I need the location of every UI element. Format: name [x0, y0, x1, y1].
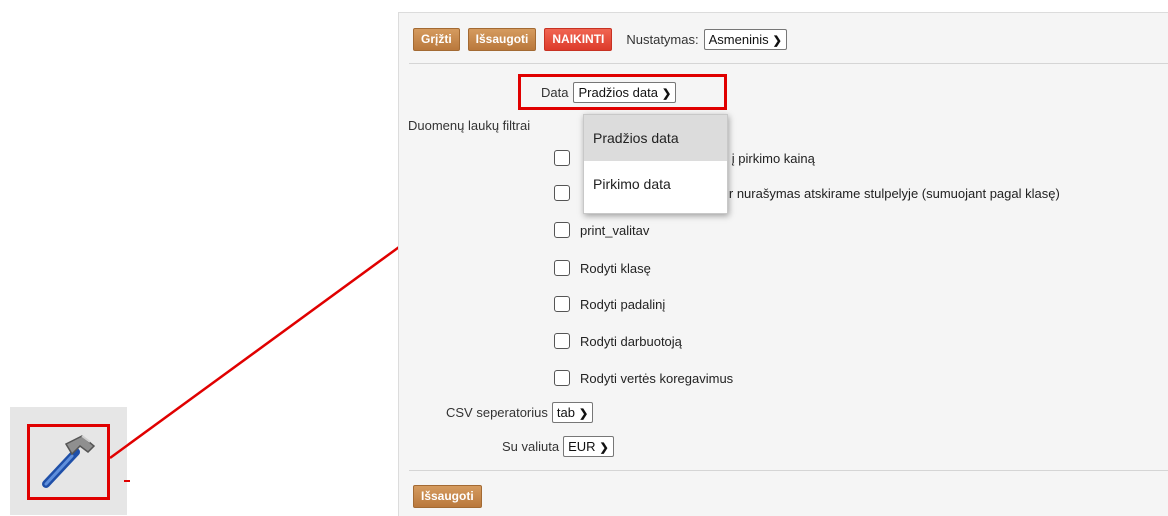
currency-label: Su valiuta	[502, 439, 560, 454]
setting-select-value: Asmeninis	[708, 32, 769, 47]
filter-row: Rodyti klasę	[554, 258, 651, 278]
date-dropdown-list: Pradžios data Pirkimo data	[583, 114, 728, 214]
filter-label: Rodyti padalinį	[580, 296, 666, 312]
filter-row: Rodyti darbuotoją	[554, 331, 682, 351]
filter-checkbox[interactable]	[554, 370, 570, 386]
save-button[interactable]: Išsaugoti	[467, 28, 537, 51]
filter-row: Rodyti padalinį	[554, 294, 665, 314]
date-highlight-box	[518, 74, 727, 110]
bottom-save-button[interactable]: Išsaugoti	[413, 485, 482, 508]
csv-select[interactable]: tab ❯	[551, 402, 594, 423]
date-option-purchase[interactable]: Pirkimo data	[584, 161, 727, 207]
filters-label: Duomenų laukų filtrai	[408, 118, 531, 133]
filter-checkbox[interactable]	[554, 333, 570, 349]
chevron-down-icon: ❯	[772, 35, 782, 47]
filter-checkbox[interactable]	[554, 296, 570, 312]
currency-select[interactable]: EUR ❯	[563, 436, 614, 457]
filter-checkbox[interactable]	[554, 150, 570, 166]
filter-label: Rodyti darbuotoją	[580, 333, 682, 349]
setting-label: Nustatymas:	[626, 32, 699, 47]
csv-select-value: tab	[556, 405, 575, 420]
report-settings-panel: Grįžti Išsaugoti NAIKINTI Nustatymas: As…	[398, 12, 1168, 516]
toolbar-divider	[409, 63, 1168, 64]
setting-select[interactable]: Asmeninis ❯	[703, 29, 787, 50]
filter-row: Rodyti vertės koregavimus	[554, 368, 733, 388]
filter-label: Rodyti klasę	[580, 260, 651, 276]
filter-label: ir nurašymas atskirame stulpelyje (sumuo…	[726, 185, 1060, 201]
bottom-divider	[409, 470, 1168, 471]
date-option-start[interactable]: Pradžios data	[584, 115, 727, 161]
currency-row: Su valiuta EUR ❯	[502, 436, 614, 457]
back-button[interactable]: Grįžti	[413, 28, 460, 51]
csv-row: CSV seperatorius tab ❯	[446, 402, 594, 423]
delete-button[interactable]: NAIKINTI	[544, 28, 613, 51]
filter-checkbox[interactable]	[554, 222, 570, 238]
chevron-down-icon: ❯	[599, 442, 609, 454]
filter-checkbox[interactable]	[554, 260, 570, 276]
filter-row: print_valitav	[554, 220, 649, 240]
filter-checkbox[interactable]	[554, 185, 570, 201]
chevron-down-icon: ❯	[578, 408, 589, 420]
filter-label: print_valitav	[580, 222, 650, 238]
currency-select-value: EUR	[568, 439, 596, 454]
toolbar: Grįžti Išsaugoti NAIKINTI Nustatymas: As…	[413, 28, 787, 51]
csv-label: CSV seperatorius	[446, 405, 548, 420]
filter-label: Rodyti vertės koregavimus	[580, 370, 734, 386]
